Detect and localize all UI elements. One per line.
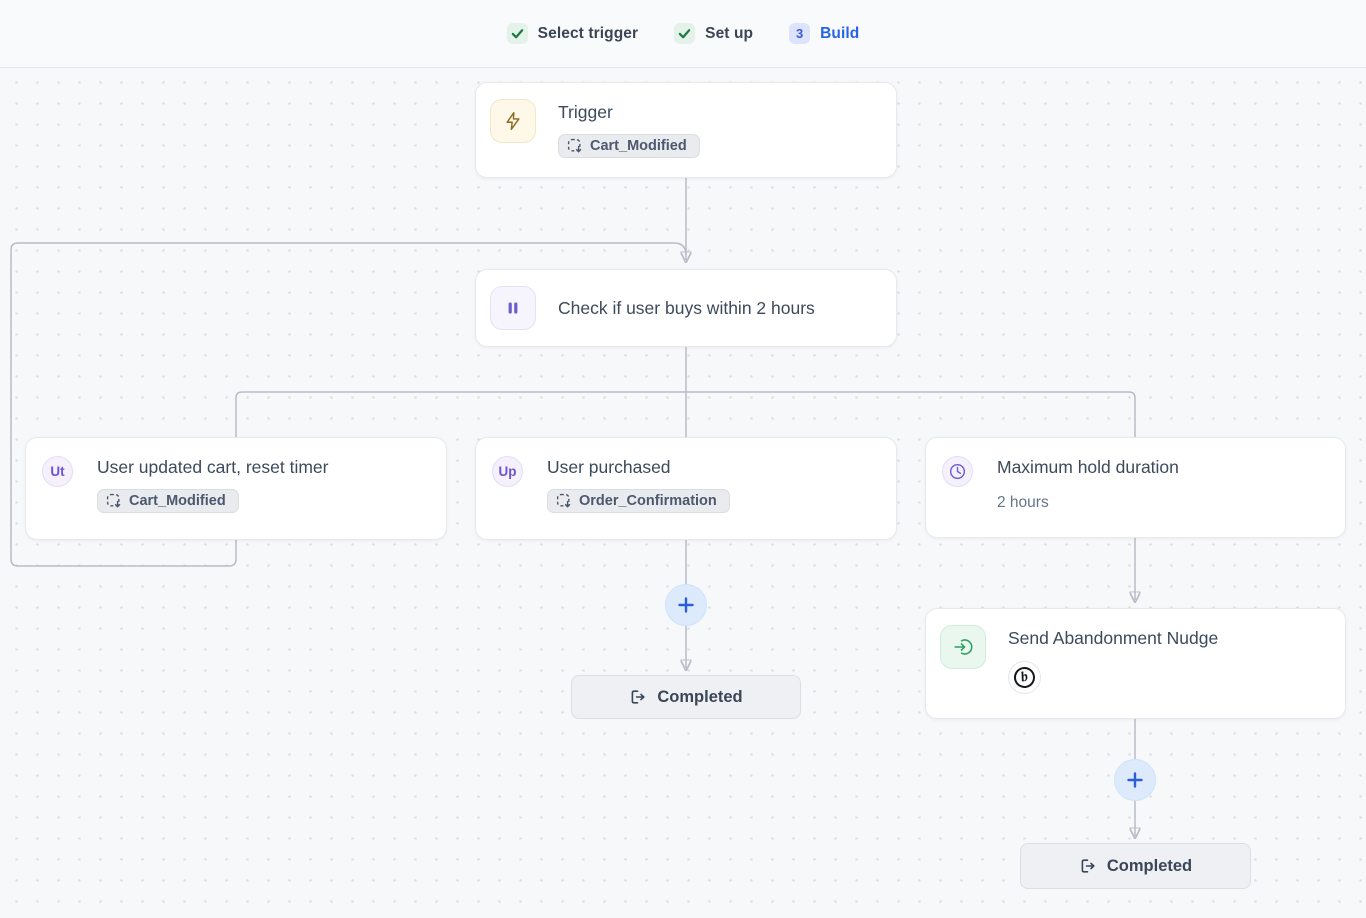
step-select-trigger[interactable]: Select trigger bbox=[507, 23, 638, 44]
add-step-button[interactable] bbox=[665, 584, 707, 626]
node-branch-max-hold[interactable]: Maximum hold duration 2 hours bbox=[925, 437, 1346, 538]
hold-duration-value: 2 hours bbox=[997, 494, 1179, 512]
event-tag[interactable]: Order_Confirmation bbox=[547, 489, 730, 513]
event-tag-label: Cart_Modified bbox=[590, 138, 687, 154]
node-branch-cart-updated[interactable]: Ut User updated cart, reset timer Cart_M… bbox=[25, 437, 447, 540]
check-icon bbox=[674, 23, 695, 44]
event-tag-label: Cart_Modified bbox=[129, 493, 226, 509]
step-build[interactable]: 3 Build bbox=[789, 23, 859, 44]
event-tag[interactable]: Cart_Modified bbox=[97, 489, 239, 513]
login-arrow-icon bbox=[940, 625, 986, 669]
clock-icon bbox=[942, 456, 973, 487]
braze-logo-icon: b bbox=[1012, 665, 1037, 690]
step-label: Build bbox=[820, 25, 859, 43]
check-icon bbox=[507, 23, 528, 44]
workflow-canvas[interactable]: Trigger Cart_Modified Check if user buys… bbox=[0, 68, 1366, 918]
step-set-up[interactable]: Set up bbox=[674, 23, 753, 44]
completed-terminal[interactable]: Completed bbox=[1020, 843, 1251, 889]
node-title: User purchased bbox=[547, 457, 730, 478]
node-send-nudge[interactable]: Send Abandonment Nudge b bbox=[925, 608, 1346, 719]
plus-icon bbox=[1125, 770, 1145, 790]
event-tag[interactable]: Cart_Modified bbox=[558, 134, 700, 158]
node-trigger[interactable]: Trigger Cart_Modified bbox=[475, 82, 897, 178]
exit-icon bbox=[1079, 857, 1097, 875]
step-label: Select trigger bbox=[538, 25, 638, 43]
node-branch-purchased[interactable]: Up User purchased Order_Confirmation bbox=[475, 437, 897, 540]
pause-icon bbox=[490, 286, 536, 330]
node-wait-check[interactable]: Check if user buys within 2 hours bbox=[475, 269, 897, 347]
node-title: Send Abandonment Nudge bbox=[1008, 628, 1218, 649]
event-capture-icon bbox=[567, 138, 583, 154]
build-steps-header: Select trigger Set up 3 Build bbox=[0, 0, 1366, 68]
event-capture-icon bbox=[556, 493, 572, 509]
completed-label: Completed bbox=[657, 688, 742, 707]
node-title: Trigger bbox=[558, 102, 700, 123]
node-title: Maximum hold duration bbox=[997, 457, 1179, 478]
event-tag-label: Order_Confirmation bbox=[579, 493, 717, 509]
step-number-badge: 3 bbox=[789, 23, 810, 44]
plus-icon bbox=[676, 595, 696, 615]
braze-badge: b bbox=[1008, 661, 1041, 694]
branch-avatar: Ut bbox=[42, 456, 73, 487]
add-step-button[interactable] bbox=[1114, 759, 1156, 801]
node-title: User updated cart, reset timer bbox=[97, 457, 328, 478]
lightning-icon bbox=[490, 99, 536, 143]
completed-terminal[interactable]: Completed bbox=[571, 675, 801, 719]
completed-label: Completed bbox=[1107, 857, 1192, 876]
step-label: Set up bbox=[705, 25, 753, 43]
branch-avatar: Up bbox=[492, 456, 523, 487]
node-title: Check if user buys within 2 hours bbox=[558, 298, 815, 319]
event-capture-icon bbox=[106, 493, 122, 509]
exit-icon bbox=[629, 688, 647, 706]
